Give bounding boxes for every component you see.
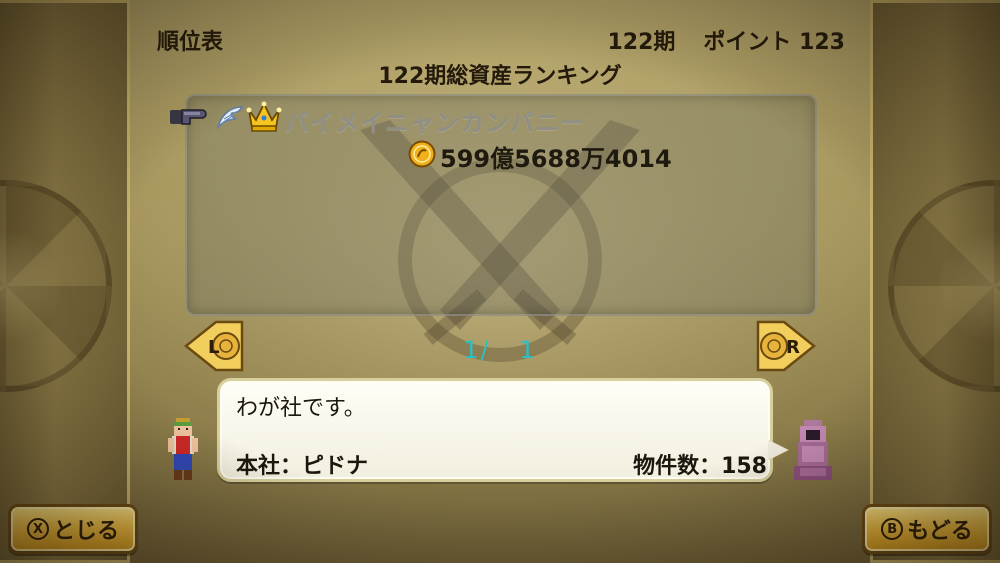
ranking-company-name[interactable]: バイメイニャンカンパニー xyxy=(285,103,585,138)
pointer-hand-icon xyxy=(170,109,207,125)
points-label: ポイント 123 xyxy=(703,30,845,55)
header-stats: 122期 ポイント 123 xyxy=(607,24,845,56)
current-page: 1/ xyxy=(463,336,491,364)
hooded-figure-sprite xyxy=(794,420,832,480)
close-button-label: とじる xyxy=(52,519,119,544)
b-button-icon: B xyxy=(881,518,904,540)
gold-coin-icon xyxy=(408,140,436,168)
back-button[interactable]: B もどる xyxy=(862,504,992,554)
back-button-label: もどる xyxy=(907,519,973,544)
page-indicator: 1/ 1 xyxy=(0,336,1000,364)
dialog-message: わが社です。 xyxy=(236,396,366,421)
merchant-character-sprite xyxy=(168,418,198,480)
ranking-title: 122期総資産ランキング xyxy=(378,64,622,89)
x-button-icon: X xyxy=(26,518,49,540)
ranking-total-assets: 599億5688万4014 xyxy=(440,145,672,173)
wing-icon xyxy=(216,106,244,130)
property-count-label: 物件数：158 xyxy=(633,454,767,479)
headquarters-label: 本社：ピドナ xyxy=(236,454,369,479)
ranking-screen: 順位表 122期 ポイント 123 122期総資産ランキング バイメイニャンカン… xyxy=(0,0,1000,563)
close-button[interactable]: X とじる xyxy=(8,504,138,554)
dialog-tail xyxy=(768,440,788,460)
crown-icon xyxy=(246,101,282,132)
screen-title: 順位表 xyxy=(157,30,224,55)
period-label: 122期 xyxy=(607,30,676,55)
total-pages: 1 xyxy=(519,336,537,364)
